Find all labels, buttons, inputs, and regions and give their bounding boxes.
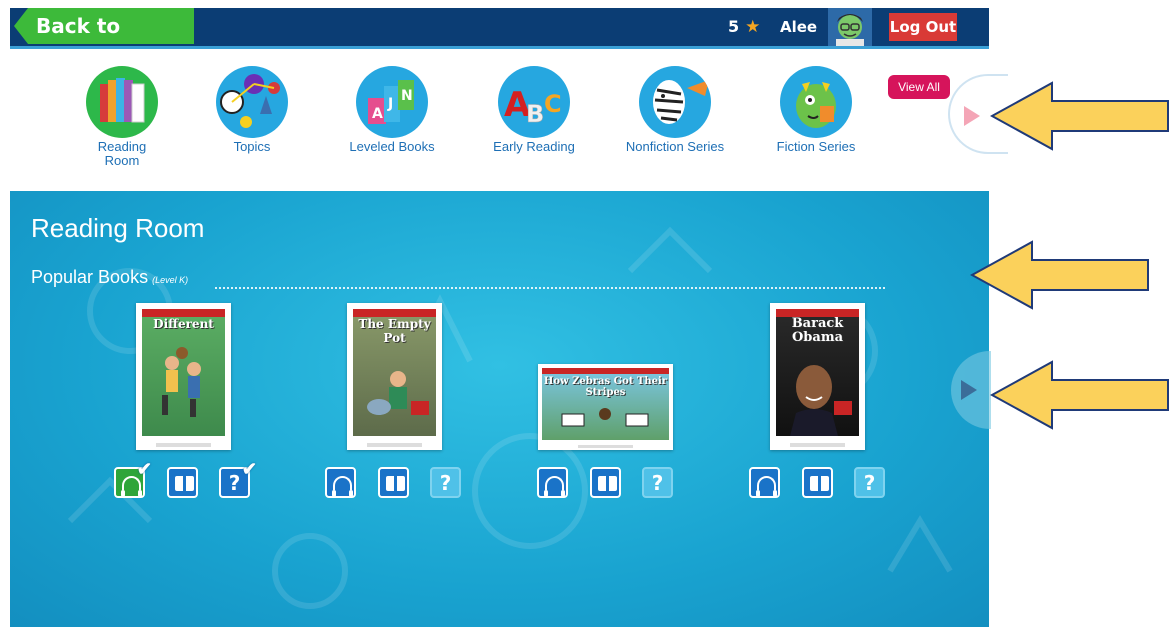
- section-title-text: Popular Books: [31, 267, 149, 287]
- book-cover[interactable]: Different: [136, 303, 231, 450]
- read-button[interactable]: [378, 467, 409, 498]
- svg-text:J: J: [387, 96, 393, 112]
- category-nonfiction-series[interactable]: Nonfiction Series: [610, 66, 740, 154]
- section-title: Popular Books (Level K): [31, 267, 188, 288]
- category-leveled-books[interactable]: A J N Leveled Books: [327, 66, 457, 154]
- book-cover-art: How Zebras Got Their Stripes: [542, 368, 669, 440]
- category-early-reading[interactable]: A B C Early Reading: [469, 66, 599, 154]
- view-all-button[interactable]: View All: [886, 73, 952, 101]
- early-reading-icon: A B C: [498, 66, 570, 138]
- avatar[interactable]: [828, 8, 872, 46]
- quiz-button[interactable]: ?: [642, 467, 673, 498]
- book-cover[interactable]: The Empty Pot: [347, 303, 442, 450]
- book-cover-art: Barack Obama: [776, 309, 859, 436]
- annotation-arrow: [990, 360, 1169, 430]
- book-icon: [175, 476, 194, 491]
- read-button[interactable]: [590, 467, 621, 498]
- fiction-series-icon: [780, 66, 852, 138]
- book-footer: [790, 443, 845, 447]
- book-cover[interactable]: Barack Obama: [770, 303, 865, 450]
- category-label: Leveled Books: [349, 139, 435, 154]
- listen-button[interactable]: [537, 467, 568, 498]
- quiz-button[interactable]: ?: [430, 467, 461, 498]
- svg-text:N: N: [401, 88, 413, 104]
- quiz-button[interactable]: ? ✔: [219, 460, 257, 498]
- headphones-icon: [756, 476, 777, 497]
- category-reading-room[interactable]: Reading Room: [57, 66, 187, 168]
- section-divider: [215, 287, 885, 289]
- listen-button[interactable]: ✔: [114, 460, 152, 498]
- read-button[interactable]: [167, 467, 198, 498]
- question-icon: ?: [651, 471, 664, 495]
- svg-text:B: B: [526, 100, 544, 128]
- category-topics[interactable]: Topics: [187, 66, 317, 154]
- panel-title: Reading Room: [31, 213, 205, 243]
- category-label: Topics: [233, 139, 271, 154]
- book-icon: [598, 476, 617, 491]
- check-icon: ✔: [136, 459, 152, 479]
- category-label: Early Reading: [493, 139, 575, 154]
- back-to-reading-button[interactable]: Back to Reading: [14, 8, 194, 44]
- listen-button[interactable]: [325, 467, 356, 498]
- book-icon: [810, 476, 829, 491]
- category-label: Nonfiction Series: [625, 139, 725, 154]
- category-fiction-series[interactable]: Fiction Series: [751, 66, 881, 154]
- svg-text:C: C: [544, 90, 562, 118]
- chevron-right-icon: [964, 106, 980, 126]
- quiz-button[interactable]: ?: [854, 467, 885, 498]
- headphones-icon: [544, 476, 565, 497]
- question-icon: ?: [863, 471, 876, 495]
- check-icon: ✔: [241, 459, 257, 479]
- category-label: Fiction Series: [776, 139, 856, 154]
- book-footer: [578, 445, 633, 448]
- leveled-books-icon: A J N: [356, 66, 428, 138]
- chevron-right-icon: [961, 380, 977, 400]
- annotation-arrow: [970, 240, 1149, 310]
- listen-button[interactable]: [749, 467, 780, 498]
- book-cover[interactable]: How Zebras Got Their Stripes: [538, 364, 673, 450]
- username: Alee: [780, 18, 818, 36]
- read-button[interactable]: [802, 467, 833, 498]
- reading-room-icon: [86, 66, 158, 138]
- annotation-arrow: [990, 81, 1169, 151]
- star-icon: ★: [745, 17, 761, 37]
- headphones-icon: [332, 476, 353, 497]
- log-out-button[interactable]: Log Out: [889, 13, 957, 41]
- category-label: Reading Room: [97, 139, 147, 168]
- stars-count: 5: [728, 17, 740, 36]
- stars-counter: 5 ★: [728, 12, 760, 42]
- level-label: (Level K): [152, 275, 189, 285]
- nonfiction-series-icon: [639, 66, 711, 138]
- book-footer: [156, 443, 211, 447]
- question-icon: ?: [439, 471, 452, 495]
- top-bar-divider: [10, 46, 989, 49]
- svg-text:A: A: [372, 106, 383, 122]
- book-icon: [386, 476, 405, 491]
- book-cover-art: The Empty Pot: [353, 309, 436, 436]
- book-footer: [367, 443, 422, 447]
- topics-icon: [216, 66, 288, 138]
- book-cover-art: Different: [142, 309, 225, 436]
